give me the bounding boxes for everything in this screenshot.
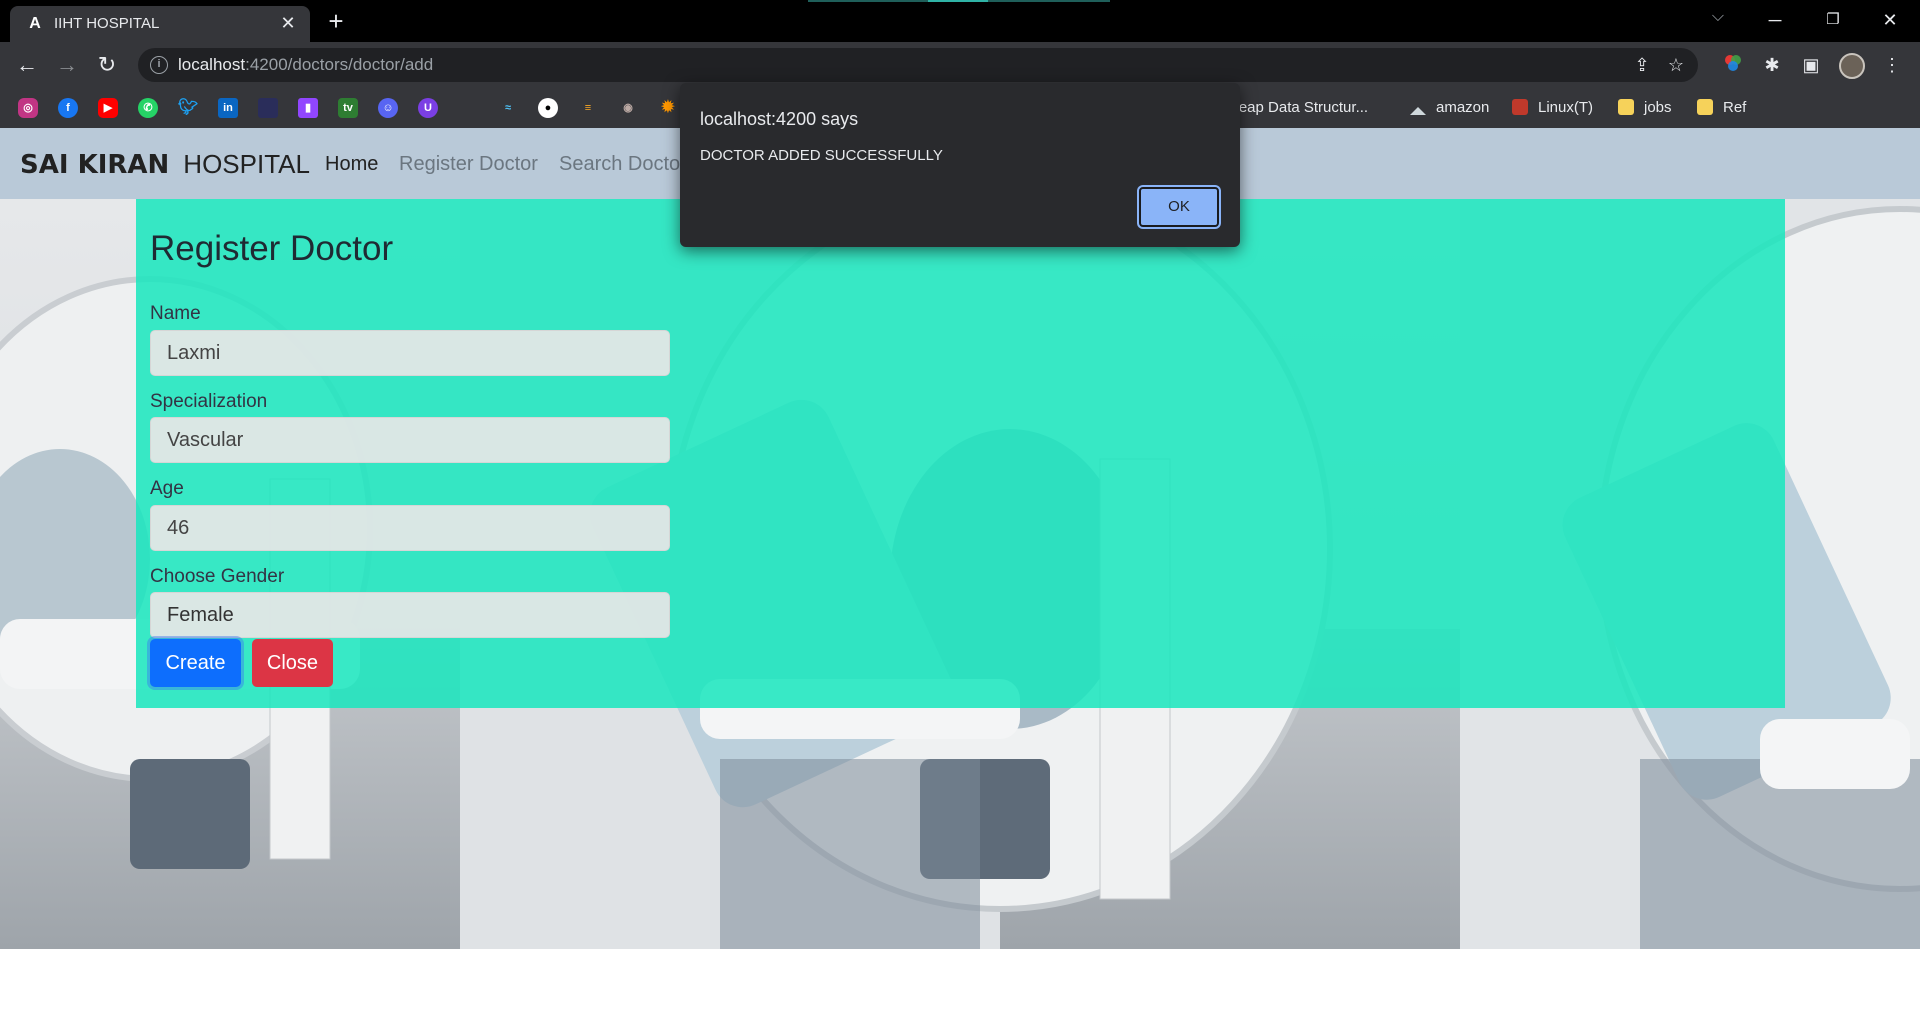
browser-tab[interactable]: A IIHT HOSPITAL ✕ [10, 6, 310, 42]
close-tab-icon[interactable]: ✕ [278, 13, 298, 33]
tab-accent-bar-highlight [928, 0, 988, 2]
bookmark-jobs[interactable]: jobs [1618, 98, 1672, 118]
specialization-label: Specialization [150, 391, 268, 412]
tab-title: IIHT HOSPITAL [54, 15, 160, 32]
tv-icon[interactable]: tv [338, 98, 358, 118]
restore-icon[interactable]: ❐ [1810, 6, 1856, 34]
page-viewport: SAI KIRAN HOSPITAL Home Register Doctor S… [0, 128, 1920, 950]
nav-register-doctor[interactable]: Register Doctor [399, 152, 538, 176]
site-info-icon[interactable]: i [150, 56, 168, 74]
create-button[interactable]: Create [150, 639, 241, 687]
new-tab-button[interactable]: + [322, 8, 350, 36]
twitch-icon[interactable]: ▮ [298, 98, 318, 118]
angular-icon: A [29, 15, 41, 32]
folder-icon [1697, 99, 1713, 115]
nav-home[interactable]: Home [325, 152, 378, 176]
name-label: Name [150, 303, 201, 324]
sun-icon[interactable]: ✹ [658, 98, 678, 118]
close-button[interactable]: Close [252, 639, 333, 687]
facebook-icon[interactable]: f [58, 98, 78, 118]
url-path: :4200/doctors/doctor/add [245, 55, 434, 74]
back-arrow-icon[interactable]: ← [13, 51, 41, 79]
page-title: Register Doctor [150, 229, 394, 268]
bookmark-label: Heap Data Structur... [1228, 99, 1369, 116]
owl-icon[interactable]: ◉ [618, 98, 638, 118]
color-extension-icon[interactable] [1721, 53, 1745, 77]
gender-label: Choose Gender [150, 566, 285, 587]
dialog-title: localhost:4200 says [700, 109, 859, 129]
menu-kebab-icon[interactable]: ⋮ [1880, 53, 1904, 77]
youtube-icon[interactable]: ▶ [98, 98, 118, 118]
brand-logo[interactable]: SAI KIRAN HOSPITAL [20, 149, 310, 180]
gender-select[interactable]: Female [150, 592, 670, 638]
bookmark-linux[interactable]: Linux(T) [1512, 98, 1593, 118]
bookmark-label: jobs [1644, 99, 1672, 116]
folder-icon [1618, 99, 1634, 115]
twitter-icon[interactable]: 🐦︎ [178, 98, 198, 118]
forward-arrow-icon[interactable]: → [53, 51, 81, 79]
brand-primary: SAI KIRAN [20, 150, 170, 180]
bookmark-label: amazon [1436, 99, 1490, 116]
github-icon[interactable]: ● [538, 98, 558, 118]
discord-icon[interactable]: ☺ [378, 98, 398, 118]
tab-search-chevron-icon[interactable]: ⌵ [1706, 8, 1730, 26]
linkedin-icon[interactable]: in [218, 98, 238, 118]
specialization-field[interactable]: Vascular [150, 417, 670, 463]
url-text: localhost:4200/doctors/doctor/add [178, 56, 433, 74]
ok-button[interactable]: OK [1139, 187, 1219, 227]
minimize-icon[interactable]: ─ [1752, 6, 1798, 34]
age-field[interactable]: 46 [150, 505, 670, 551]
app-icon[interactable]: ≡ [578, 98, 598, 118]
bookmark-amazon[interactable]: amazon [1410, 98, 1489, 118]
bookmark-label: Ref [1723, 99, 1747, 116]
nav-search-doctor[interactable]: Search Doctor [559, 152, 687, 176]
name-field[interactable]: Laxmi [150, 330, 670, 376]
profile-avatar[interactable] [1839, 53, 1865, 79]
browser-toolbar: ← → ↻ i localhost:4200/doctors/doctor/ad… [0, 42, 1920, 88]
bookmark-icon[interactable] [258, 98, 278, 118]
url-host: localhost [178, 55, 246, 74]
instagram-icon[interactable]: ◎ [18, 98, 38, 118]
brand-secondary: HOSPITAL [183, 149, 310, 179]
amazon-icon [1410, 107, 1426, 115]
tab-strip: A IIHT HOSPITAL ✕ + ⌵ ─ ❐ ✕ [0, 0, 1920, 42]
reload-icon[interactable]: ↻ [93, 51, 121, 79]
dialog-message: DOCTOR ADDED SUCCESSFULLY [700, 147, 943, 164]
wave-icon[interactable]: ≈ [498, 98, 518, 118]
bookmark-heap[interactable]: Heap Data Structur... [1228, 98, 1368, 118]
whatsapp-icon[interactable]: ✆ [138, 98, 158, 118]
bookmark-ref[interactable]: Ref [1697, 98, 1746, 118]
register-doctor-panel: Register Doctor Name Laxmi Specializatio… [136, 199, 1785, 708]
alert-dialog: localhost:4200 says DOCTOR ADDED SUCCESS… [680, 83, 1240, 247]
age-label: Age [150, 478, 184, 499]
star-icon[interactable]: ☆ [1664, 54, 1688, 76]
linux-icon [1512, 99, 1528, 115]
bookmark-label: Linux(T) [1538, 99, 1594, 116]
side-panel-icon[interactable]: ▣ [1799, 53, 1823, 77]
address-bar[interactable]: i localhost:4200/doctors/doctor/add ⇪ ☆ [138, 48, 1698, 82]
share-icon[interactable]: ⇪ [1630, 54, 1654, 76]
extensions-puzzle-icon[interactable]: ✱ [1760, 53, 1784, 77]
close-window-icon[interactable]: ✕ [1867, 6, 1913, 34]
u-icon[interactable]: U [418, 98, 438, 118]
